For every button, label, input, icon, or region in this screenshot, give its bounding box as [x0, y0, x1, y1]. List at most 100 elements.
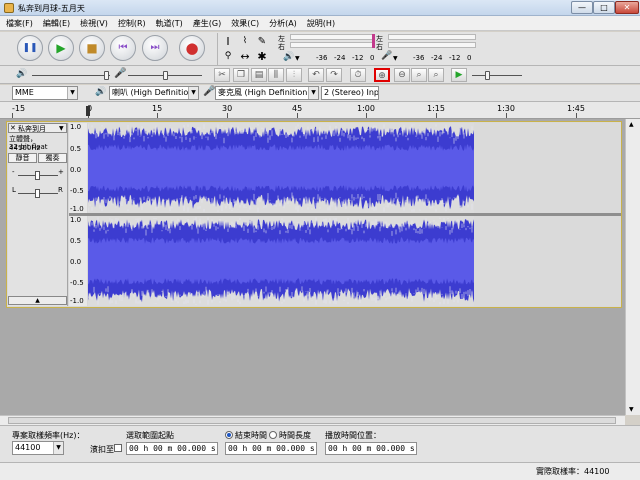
undo-button[interactable]: ↶	[308, 68, 324, 82]
track-title-bar: ✕ 私奔到月 ▼	[8, 123, 67, 133]
input-volume-slider[interactable]	[163, 71, 168, 80]
menu-analyze[interactable]: 分析(A)	[263, 16, 301, 29]
pan-slider[interactable]	[35, 189, 40, 198]
ruler-tick-label: 1:30	[497, 104, 515, 113]
selection-end-field[interactable]: 00 h 00 m 00.000 s	[225, 442, 317, 455]
output-device-icon: 🔊	[95, 87, 107, 97]
sync-lock-button[interactable]: ⏱	[350, 68, 366, 82]
menu-view[interactable]: 檢視(V)	[74, 16, 112, 29]
playhead-marker[interactable]	[86, 106, 90, 116]
rec-meter-dropdown[interactable]: ▼	[393, 55, 398, 62]
fit-project-icon: ⌕	[433, 70, 439, 80]
skip-start-button[interactable]: ⏮	[110, 35, 136, 61]
redo-button[interactable]: ↷	[326, 68, 342, 82]
redo-icon: ↷	[330, 70, 338, 80]
ruler-tick	[297, 113, 298, 118]
selection-tool-icon[interactable]: I	[220, 34, 236, 49]
track-name-button[interactable]: 私奔到月	[18, 124, 46, 134]
ruler-tick-label: 45	[292, 104, 303, 113]
chevron-down-icon: ▼	[308, 87, 318, 99]
mute-button[interactable]: 靜音	[8, 153, 37, 163]
close-button[interactable]: ✕	[615, 1, 639, 14]
silence-icon: ⫶	[292, 70, 296, 80]
gain-slider[interactable]	[35, 171, 40, 180]
zoom-in-icon: ⊕	[378, 71, 386, 81]
fit-project-button[interactable]: ⌕	[428, 68, 444, 82]
selection-start-field[interactable]: 00 h 00 m 00.000 s	[126, 442, 218, 455]
play-meter-dropdown[interactable]: ▼	[295, 55, 300, 62]
play-at-speed-icon: ▶	[455, 70, 463, 80]
zoom-out-icon: ⊖	[398, 70, 406, 80]
copy-button[interactable]: ❐	[233, 68, 249, 82]
snap-to-checkbox[interactable]	[114, 444, 122, 452]
timeline-ruler[interactable]	[0, 102, 640, 119]
track-close-icon[interactable]: ✕	[10, 124, 16, 132]
horizontal-scroll-thumb[interactable]	[8, 417, 616, 424]
menu-edit[interactable]: 編輯(E)	[37, 16, 74, 29]
multi-tool-icon[interactable]: ✱	[254, 49, 270, 64]
speaker-meter-icon[interactable]: 🔊	[283, 52, 294, 62]
record-button[interactable]: ●	[179, 35, 205, 61]
status-bar: 實際取樣率：44100	[0, 462, 640, 480]
empty-track-region[interactable]	[474, 123, 621, 213]
skip-end-icon: ⏭	[150, 42, 160, 53]
menu-tracks[interactable]: 軌道(T)	[150, 16, 187, 29]
output-volume-slider[interactable]	[104, 71, 109, 80]
zoom-tool-icon[interactable]: ⚲	[220, 49, 236, 64]
project-rate-select[interactable]: 44100 ▼	[12, 441, 64, 455]
track-bit-depth: 32-bit float	[9, 143, 48, 151]
empty-track-region[interactable]	[474, 216, 621, 306]
play-button[interactable]: ▶	[48, 35, 74, 61]
host-select[interactable]: MME ▼	[12, 86, 78, 100]
envelope-tool-icon[interactable]: ⌇	[237, 34, 253, 49]
waveform-right-channel[interactable]	[88, 216, 474, 306]
host-select-value: MME	[15, 88, 34, 97]
zoom-out-button[interactable]: ⊖	[394, 68, 410, 82]
pause-button[interactable]: ❚❚	[17, 35, 43, 61]
play-meter-right-label: 右	[278, 43, 285, 51]
play-speed-slider[interactable]	[485, 71, 490, 80]
length-radio[interactable]	[269, 431, 277, 439]
solo-button[interactable]: 獨奏	[38, 153, 67, 163]
waveform-left-channel[interactable]	[88, 123, 474, 213]
scroll-up-icon[interactable]: ▲	[629, 121, 634, 128]
menu-generate[interactable]: 產生(G)	[187, 16, 225, 29]
draw-tool-icon[interactable]: ✎	[254, 34, 270, 49]
cut-icon: ✂	[218, 70, 226, 80]
collapse-button[interactable]: ▲	[8, 296, 67, 305]
play-at-speed-button[interactable]: ▶	[451, 68, 467, 82]
vertical-scrollbar[interactable]: ▲ ▼	[625, 119, 640, 415]
horizontal-scrollbar[interactable]	[0, 415, 625, 425]
menu-effect[interactable]: 效果(C)	[225, 16, 263, 29]
zoom-in-button[interactable]: ⊕	[374, 68, 390, 82]
minimize-button[interactable]: —	[571, 1, 593, 14]
channels-select[interactable]: 2 (Stereo) Inpu	[321, 86, 379, 100]
output-device-select[interactable]: 喇叭 (High Definition Audio▼	[109, 86, 199, 100]
track-menu-icon[interactable]: ▼	[59, 125, 64, 132]
stop-button[interactable]: ■	[79, 35, 105, 61]
end-time-radio[interactable]	[225, 431, 233, 439]
scroll-down-icon[interactable]: ▼	[629, 406, 634, 413]
fit-selection-button[interactable]: ⌕	[411, 68, 427, 82]
audio-position-field[interactable]: 00 h 00 m 00.000 s	[325, 442, 417, 455]
cut-button[interactable]: ✂	[214, 68, 230, 82]
ruler-tick-label: 1:15	[427, 104, 445, 113]
chevron-down-icon: ▼	[67, 87, 77, 99]
ruler-tick	[12, 113, 13, 118]
input-device-select[interactable]: 麥克風 (High Definition Au ▼	[215, 86, 319, 100]
play-scale-36: -36	[316, 54, 328, 62]
menu-file[interactable]: 檔案(F)	[0, 16, 37, 29]
play-scale-12: -12	[352, 54, 364, 62]
silence-button[interactable]: ⫶	[286, 68, 302, 82]
maximize-button[interactable]: □	[593, 1, 615, 14]
trim-button[interactable]: ⫼	[268, 68, 284, 82]
scale-label: 0.5	[70, 237, 82, 245]
menu-control[interactable]: 控制(R)	[112, 16, 150, 29]
mic-meter-icon[interactable]: 🎤	[381, 51, 392, 61]
play-speed-track	[472, 75, 522, 76]
skip-end-button[interactable]: ⏭	[142, 35, 168, 61]
menu-help[interactable]: 說明(H)	[301, 16, 339, 29]
ruler-tick-label: -15	[12, 104, 26, 113]
paste-button[interactable]: ▤	[251, 68, 267, 82]
timeshift-tool-icon[interactable]: ↔	[237, 49, 253, 64]
